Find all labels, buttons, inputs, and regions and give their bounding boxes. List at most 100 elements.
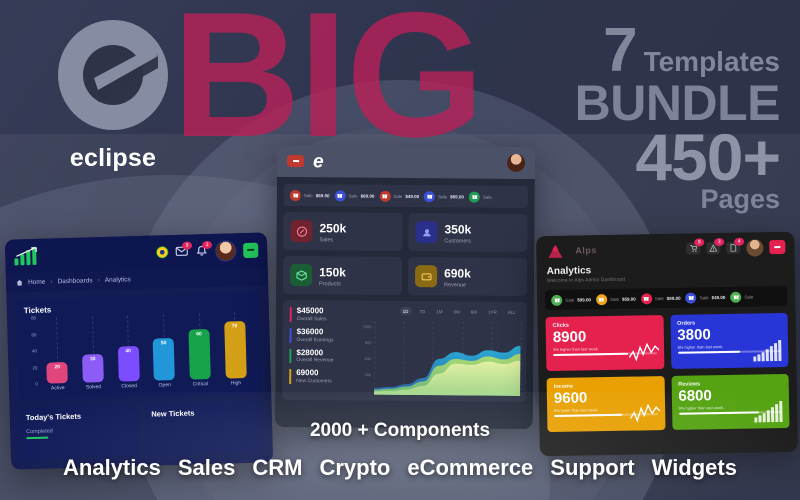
stat-label: Revenue (443, 282, 467, 289)
promo-plus-sign: + (742, 120, 781, 195)
category-analytics[interactable]: Analytics (63, 455, 161, 481)
bar-column[interactable]: 40 Closed (117, 346, 140, 390)
time-range-tabs[interactable]: 1D 7D 1M 3M 6M 1YR ALL (399, 306, 519, 316)
range-tab-7d[interactable]: 7D (416, 307, 428, 315)
category-support[interactable]: Support (550, 455, 634, 481)
gridline (432, 321, 435, 396)
range-tab-1m[interactable]: 1M (433, 307, 445, 315)
stat-card[interactable]: 150k Products (282, 255, 403, 295)
avatar[interactable] (507, 153, 526, 173)
stat-value: 150k (319, 265, 346, 280)
notification-bell-icon[interactable]: 3 (195, 240, 213, 258)
bar-y-tick: 20 (32, 364, 38, 370)
breadcrumb-item-home[interactable]: Home (28, 279, 46, 286)
sales-ticker: Sale $69.00 Sale $69.00 Sale $49.00 Sale $69.00… (283, 183, 528, 209)
kpi-card-orders[interactable]: Orders 3800 8% higher than last week. (669, 312, 789, 369)
bar-column[interactable]: 20 Active (46, 361, 69, 391)
category-crm[interactable]: CRM (252, 455, 302, 481)
stat-label: Customers (444, 238, 472, 245)
ticker-label: Sale (699, 294, 709, 300)
category-sales[interactable]: Sales (178, 455, 236, 481)
menu-icon[interactable] (287, 154, 305, 168)
chart-legend-item: $36000 Overall Earnings (289, 327, 358, 344)
menu-icon[interactable] (769, 239, 786, 255)
stat-card[interactable]: 690k Revenue (407, 257, 528, 297)
box-icon (290, 263, 313, 287)
legend-name: Overall Earnings (296, 336, 334, 343)
kpi-sparkline (628, 341, 660, 364)
ticker-item[interactable]: Sale $89.00 (640, 292, 681, 304)
dashboard-center-preview[interactable]: e Sale $69.00 Sale $69.00 Sale $49.00 Sale $69.… (274, 144, 536, 430)
stat-value: 250k (319, 221, 347, 236)
area-y-tick: 1200 (362, 324, 372, 330)
right-dashboard-header: Alps 9 3 4 (536, 231, 795, 267)
menu-icon[interactable] (243, 242, 259, 258)
category-list: Analytics Sales CRM Crypto eCommerce Support W… (0, 455, 800, 481)
brazil-flag-icon[interactable] (156, 246, 169, 259)
bar-column[interactable]: 70 High (223, 321, 247, 386)
range-tab-all[interactable]: ALL (505, 308, 519, 316)
bell-badge: 3 (201, 240, 213, 249)
ticker-value: $99.00 (577, 296, 592, 303)
ticker-label: Sale (438, 193, 448, 199)
range-tab-1yr[interactable]: 1YR (485, 308, 500, 316)
category-crypto[interactable]: Crypto (319, 455, 390, 481)
mail-badge: 9 (181, 240, 193, 250)
avatar[interactable] (214, 239, 237, 262)
stat-value: 690k (444, 266, 471, 281)
category-widgets[interactable]: Widgets (652, 455, 737, 481)
gridline (461, 321, 464, 396)
sales-ticker: Sale $99.00 Sale $59.00 Sale $89.00 Sale $49.00… (545, 285, 788, 311)
bar-value: 70 (231, 323, 238, 330)
range-tab-6m[interactable]: 6M (468, 308, 480, 316)
mail-icon[interactable]: 9 (175, 240, 193, 258)
file-icon[interactable]: 4 (726, 237, 745, 254)
bar-value: 20 (54, 364, 61, 371)
overview-area-chart-card: 1D 7D 1M 3M 6M 1YR ALL $45000 Overall Sales $360… (282, 299, 527, 403)
ticker-item[interactable]: Sale $49.00 (685, 291, 725, 304)
ticker-item[interactable]: Sale (730, 291, 753, 303)
gridline (374, 320, 376, 395)
stat-card[interactable]: 250k Sales (283, 211, 403, 251)
alps-logo-text: Alps (575, 245, 597, 256)
bar-y-tick: 60 (31, 331, 37, 337)
ticker-item[interactable]: Sale $69.00 (334, 189, 375, 201)
bar-value: 60 (196, 331, 202, 338)
gridline (490, 321, 493, 396)
gift-icon (379, 190, 391, 202)
gift-icon (468, 191, 480, 203)
ticker-value: $89.00 (666, 295, 681, 301)
avatar[interactable] (746, 238, 764, 257)
promo-templates-label: Templates (643, 46, 780, 77)
category-ecommerce[interactable]: eCommerce (407, 455, 533, 481)
range-tab-1d[interactable]: 1D (399, 306, 412, 316)
bar-chart-plot: 20 Active 30 Solved 40 Closed 50 Open 60 Critical… (38, 312, 254, 393)
gift-icon (424, 190, 436, 202)
gift-icon (551, 294, 563, 306)
bar-column[interactable]: 30 Solved (82, 354, 104, 390)
alert-icon[interactable]: 3 (706, 237, 725, 255)
kpi-card-clicks[interactable]: Clicks 8900 3% higher than last week. (545, 315, 664, 372)
legend-value: $45000 (296, 306, 324, 316)
breadcrumb-item-analytics[interactable]: Analytics (105, 276, 131, 284)
ticker-item[interactable]: Sale (468, 191, 492, 203)
cart-icon[interactable]: 9 (686, 238, 705, 255)
chart-legend-item: 69000 New Customers (289, 368, 358, 385)
bar-column[interactable]: 50 Open (152, 338, 176, 388)
ticker-item[interactable]: Sale $59.00 (595, 293, 636, 305)
breadcrumb-item-dashboards[interactable]: Dashboards (57, 277, 92, 285)
tag-icon (290, 219, 313, 243)
ticker-item[interactable]: Sale $49.00 (379, 190, 419, 202)
ticker-item[interactable]: Sale $99.00 (551, 294, 591, 306)
stat-card[interactable]: 350k Customers (408, 213, 528, 253)
area-y-tick: 600 (364, 356, 372, 362)
bar-label: Critical (192, 381, 209, 388)
range-tab-3m[interactable]: 3M (450, 307, 462, 315)
ticker-item[interactable]: Sale $69.00 (289, 189, 330, 201)
legend-name: Overall Sales (296, 315, 327, 323)
bar-column[interactable]: 60 Critical (188, 329, 211, 388)
bar-y-tick: 40 (31, 348, 38, 354)
ticker-item[interactable]: Sale $69.00 (424, 190, 464, 202)
ticker-label: Sale (654, 295, 664, 301)
cart-badge: 9 (694, 238, 705, 247)
